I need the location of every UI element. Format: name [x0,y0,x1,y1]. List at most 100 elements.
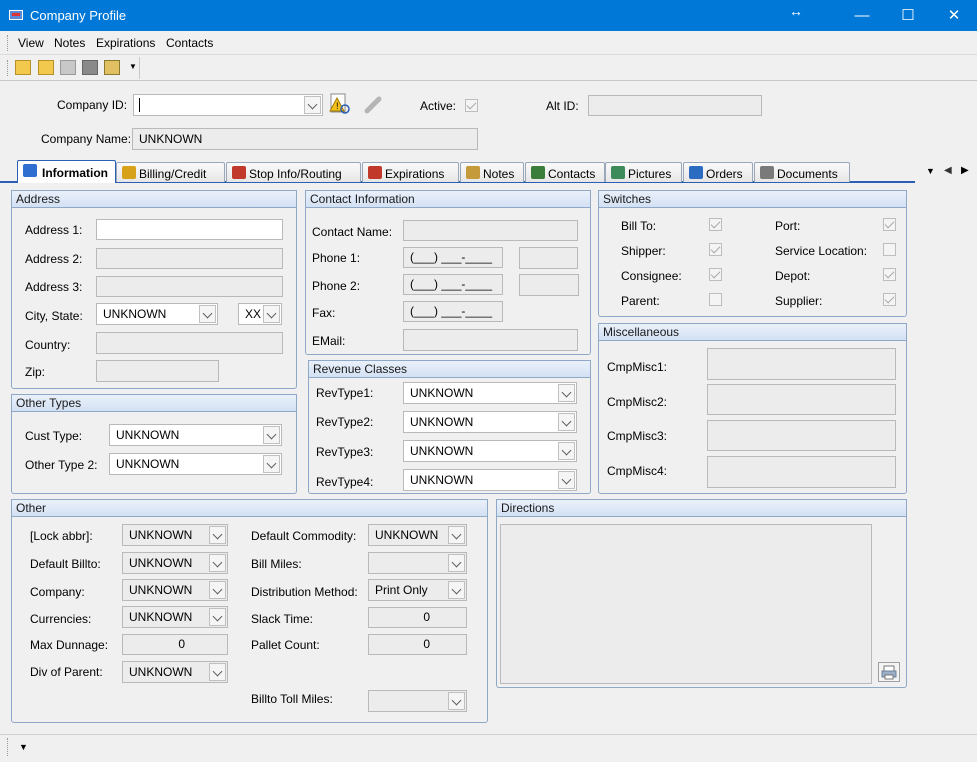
text-cursor [139,98,140,112]
chevron-down-icon[interactable] [209,608,226,626]
phone2-ext-field[interactable] [519,274,579,296]
tab-expirations[interactable]: Expirations [362,162,459,182]
service-location-checkbox[interactable] [883,243,896,256]
chevron-down-icon[interactable] [209,663,226,681]
address2-field[interactable] [96,248,283,269]
print-button[interactable] [878,662,900,682]
state-combo[interactable]: XX [238,303,282,325]
supplier-checkbox[interactable] [883,293,896,306]
directions-textarea[interactable] [500,524,872,684]
lock-abbr-combo[interactable]: UNKNOWN [122,524,228,546]
cmpmisc2-field[interactable] [707,384,896,415]
chevron-down-icon[interactable] [263,455,280,473]
cust-type-combo[interactable]: UNKNOWN [109,424,282,446]
close-button[interactable]: ✕ [931,0,977,31]
revtype3-combo[interactable]: UNKNOWN [403,440,577,462]
open-folder-icon[interactable] [38,60,54,75]
pallet-count-field[interactable]: 0 [368,634,467,655]
address2-label: Address 2: [25,252,83,266]
tab-stop-info-routing[interactable]: Stop Info/Routing [226,162,361,182]
maximize-button[interactable]: ☐ [885,0,931,31]
tab-list-dropdown-icon[interactable]: ▼ [926,166,935,176]
chevron-down-icon[interactable] [558,471,575,489]
country-field[interactable] [96,332,283,354]
chevron-down-icon[interactable] [448,581,465,599]
menu-expirations[interactable]: Expirations [96,36,155,50]
chevron-down-icon[interactable] [263,426,280,444]
tab-scroll-right-icon[interactable]: ▶ [961,165,969,176]
shipper-checkbox[interactable] [709,243,722,256]
zip-field[interactable] [96,360,219,382]
revtype4-combo[interactable]: UNKNOWN [403,469,577,491]
contact-name-field[interactable] [403,220,578,241]
div-parent-combo[interactable]: UNKNOWN [122,661,228,683]
email-field[interactable] [403,329,578,351]
chevron-down-icon[interactable] [209,581,226,599]
toolbar-overflow-icon[interactable]: ▼ [129,62,139,78]
tab-pictures[interactable]: Pictures [605,162,682,182]
address3-field[interactable] [96,276,283,297]
cmpmisc1-field[interactable] [707,348,896,380]
bill-to-checkbox[interactable] [709,218,722,231]
active-checkbox[interactable] [465,99,478,112]
chevron-down-icon[interactable] [199,305,216,323]
menu-contacts[interactable]: Contacts [166,36,213,50]
cmpmisc4-field[interactable] [707,456,896,488]
phone1-ext-field[interactable] [519,247,578,269]
zip-label: Zip: [25,365,46,379]
billto-toll-miles-combo[interactable] [368,690,467,712]
port-checkbox[interactable] [883,218,896,231]
tab-scroll-left-icon[interactable]: ◀ [944,165,952,176]
company-name-field[interactable]: UNKNOWN [132,128,478,150]
tab-notes[interactable]: Notes [460,162,524,182]
max-dunnage-field[interactable]: 0 [122,634,228,655]
default-commodity-combo[interactable]: UNKNOWN [368,524,467,546]
phone2-field[interactable]: (___) ___-____ [403,274,503,295]
tab-information[interactable]: Information [17,160,116,183]
export-icon[interactable] [104,60,120,75]
address1-field[interactable] [96,219,283,240]
tab-orders[interactable]: Orders [683,162,753,182]
phone1-field[interactable]: (___) ___-____ [403,247,503,268]
company-id-combo[interactable] [133,94,323,116]
warning-lookup-icon[interactable]: ! [328,92,352,116]
fax-field[interactable]: (___) ___-____ [403,301,503,322]
minimize-button[interactable]: — [839,0,885,31]
new-icon[interactable] [15,60,31,75]
revtype1-combo[interactable]: UNKNOWN [403,382,577,404]
bill-miles-combo[interactable] [368,552,467,574]
folder-disabled-icon[interactable] [60,60,76,75]
chevron-down-icon[interactable] [448,554,465,572]
chevron-down-icon[interactable] [558,384,575,402]
menu-view[interactable]: View [18,36,44,50]
chevron-down-icon[interactable] [558,413,575,431]
parent-checkbox[interactable] [709,293,722,306]
chevron-down-icon[interactable] [209,526,226,544]
cmpmisc3-field[interactable] [707,420,896,451]
depot-checkbox[interactable] [883,268,896,281]
chevron-down-icon[interactable] [304,96,321,114]
revtype2-combo[interactable]: UNKNOWN [403,411,577,433]
company-combo[interactable]: UNKNOWN [122,579,228,601]
chevron-down-icon[interactable] [263,305,280,323]
chevron-down-icon[interactable] [448,526,465,544]
chevron-down-icon[interactable] [209,554,226,572]
tab-contacts[interactable]: Contacts [525,162,605,182]
consignee-checkbox[interactable] [709,268,722,281]
address-group-title: Address [11,190,297,208]
city-combo[interactable]: UNKNOWN [96,303,218,325]
chevron-down-icon[interactable] [558,442,575,460]
eraser-icon[interactable] [364,96,382,114]
save-icon[interactable] [82,60,98,75]
slack-time-field[interactable]: 0 [368,607,467,628]
menu-notes[interactable]: Notes [54,36,85,50]
status-dropdown-icon[interactable]: ▼ [19,742,28,752]
other-type2-combo[interactable]: UNKNOWN [109,453,282,475]
tab-documents[interactable]: Documents [754,162,850,182]
distribution-method-combo[interactable]: Print Only [368,579,467,601]
tab-billing-credit[interactable]: Billing/Credit [116,162,225,182]
chevron-down-icon[interactable] [448,692,465,710]
alt-id-field[interactable] [588,95,762,116]
default-billto-combo[interactable]: UNKNOWN [122,552,228,574]
currencies-combo[interactable]: UNKNOWN [122,606,228,628]
